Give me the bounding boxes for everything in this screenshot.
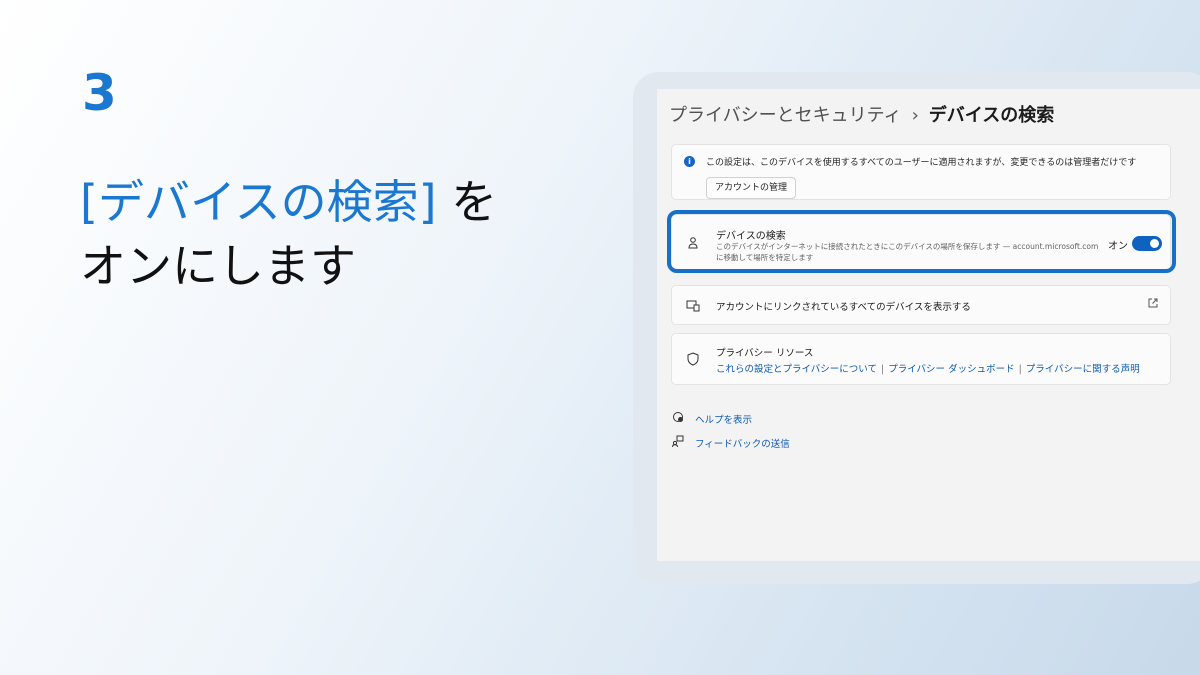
feedback-label: フィードバックの送信	[695, 439, 790, 450]
external-link-icon	[1148, 298, 1158, 311]
help-label: ヘルプを表示	[695, 415, 753, 426]
headline-line-1: [デバイスの検索] を	[80, 170, 497, 234]
privacy-resources-title: プライバシー リソース	[716, 348, 814, 359]
breadcrumb: プライバシーとセキュリティ › デバイスの検索	[669, 101, 1054, 127]
highlight-outline	[667, 210, 1176, 273]
step-number: 3	[82, 64, 117, 122]
privacy-link-settings[interactable]: これらの設定とプライバシーについて	[716, 364, 877, 375]
breadcrumb-parent[interactable]: プライバシーとセキュリティ	[669, 105, 902, 126]
screenshot-frame: プライバシーとセキュリティ › デバイスの検索 i この設定は、このデバイスを使用す…	[633, 72, 1200, 584]
feedback-link[interactable]: フィードバックの送信	[671, 435, 790, 450]
info-icon: i	[684, 156, 695, 167]
headline-line-2: オンにします	[80, 239, 356, 293]
help-chat-icon	[671, 411, 685, 426]
page-title: デバイスの検索	[928, 105, 1055, 126]
slide-headline: [デバイスの検索] を オンにします	[80, 170, 497, 298]
shield-icon	[686, 352, 700, 366]
headline-accent: [デバイスの検索]	[80, 175, 437, 229]
manage-account-button[interactable]: アカウントの管理	[706, 177, 797, 199]
feedback-icon	[671, 435, 685, 450]
linked-devices-card[interactable]: アカウントにリンクされているすべてのデバイスを表示する	[671, 285, 1171, 325]
link-separator: |	[881, 364, 885, 375]
privacy-link-dashboard[interactable]: プライバシー ダッシュボード	[888, 364, 1014, 375]
breadcrumb-separator: ›	[911, 105, 919, 126]
info-text: この設定は、このデバイスを使用するすべてのユーザーに適用されますが、変更できるの…	[706, 158, 1137, 168]
privacy-links: これらの設定とプライバシーについて | プライバシー ダッシュボード | プライバシーに…	[716, 361, 1140, 375]
linked-devices-label: アカウントにリンクされているすべてのデバイスを表示する	[716, 302, 971, 313]
help-link[interactable]: ヘルプを表示	[671, 411, 752, 426]
devices-icon	[686, 299, 700, 313]
privacy-link-statement[interactable]: プライバシーに関する声明	[1026, 364, 1140, 375]
admin-info-card: i この設定は、このデバイスを使用するすべてのユーザーに適用されますが、変更でき…	[671, 144, 1171, 200]
settings-window: プライバシーとセキュリティ › デバイスの検索 i この設定は、このデバイスを使用す…	[657, 89, 1200, 561]
link-separator: |	[1018, 364, 1022, 375]
headline-rest: を	[436, 175, 498, 229]
privacy-resources-card: プライバシー リソース これらの設定とプライバシーについて | プライバシー ダッシ…	[671, 333, 1171, 385]
